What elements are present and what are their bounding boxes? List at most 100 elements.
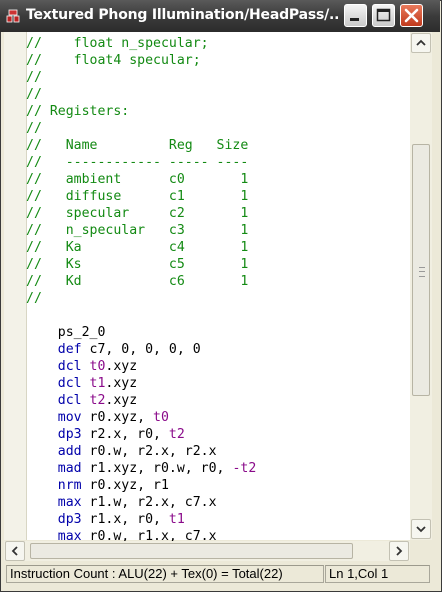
minimize-icon xyxy=(350,18,359,21)
scroll-right-button[interactable] xyxy=(389,541,409,561)
code-token: add xyxy=(26,444,82,459)
code-line: // xyxy=(26,120,256,137)
code-token: mad xyxy=(26,461,82,476)
code-line: // Ka c4 1 xyxy=(26,239,256,256)
code-token: dcl xyxy=(26,376,82,391)
code-token: // diffuse c1 1 xyxy=(26,189,249,204)
code-line: dcl t1.xyz xyxy=(26,375,256,392)
code-token: // Name Reg Size xyxy=(26,138,249,153)
code-token: t0 xyxy=(153,410,169,425)
code-token: ps_2_0 xyxy=(26,325,106,340)
code-line: // diffuse c1 1 xyxy=(26,188,256,205)
title-bar[interactable]: Textured Phong Illumination/HeadPass/... xyxy=(0,0,440,32)
app-icon xyxy=(6,9,20,23)
code-token: r0.w, r2.x, r2.x xyxy=(81,444,217,459)
code-line: dcl t2.xyz xyxy=(26,392,256,409)
close-icon xyxy=(404,8,419,23)
code-line: // ambient c0 1 xyxy=(26,171,256,188)
code-token: r1.xyz, r0.w, r0, xyxy=(81,461,233,476)
minimize-button[interactable] xyxy=(344,4,367,27)
code-token: r1.x, r0, xyxy=(81,512,169,527)
code-token: t1 xyxy=(168,512,185,527)
editor-gutter xyxy=(4,32,27,540)
code-token: r0.xyz, xyxy=(81,410,154,425)
code-line: // n_specular c3 1 xyxy=(26,222,256,239)
code-token: dcl xyxy=(26,359,82,374)
grip-icon xyxy=(419,267,425,277)
code-token: // float4 specular; xyxy=(26,53,201,68)
code-token: .xyz xyxy=(105,359,138,374)
code-token: t0 xyxy=(89,359,106,374)
code-token: t1 xyxy=(89,376,106,391)
code-line: mov r0.xyz, t0 xyxy=(26,409,256,426)
code-line: // float4 specular; xyxy=(26,52,256,69)
code-line: // ------------ ----- ---- xyxy=(26,154,256,171)
maximize-icon xyxy=(376,8,391,22)
code-token: r2.x, r0, xyxy=(81,427,169,442)
instruction-count: Instruction Count : ALU(22) + Tex(0) = T… xyxy=(6,565,324,583)
code-token: // ------------ ----- ---- xyxy=(26,155,249,170)
code-token: r1.w, r2.x, c7.x xyxy=(81,495,217,510)
code-line: dp3 r2.x, r0, t2 xyxy=(26,426,256,443)
scroll-up-button[interactable] xyxy=(411,33,431,53)
code-token: // Ka c4 1 xyxy=(26,240,249,255)
chevron-down-icon xyxy=(416,526,426,533)
code-token: nrm xyxy=(26,478,82,493)
maximize-button[interactable] xyxy=(372,4,395,27)
code-line: // Name Reg Size xyxy=(26,137,256,154)
code-token: // float n_specular; xyxy=(26,36,209,51)
code-token: // xyxy=(26,121,42,136)
code-token: mov xyxy=(26,410,82,425)
code-token: t2 xyxy=(168,427,185,442)
code-line: // specular c2 1 xyxy=(26,205,256,222)
chevron-right-icon xyxy=(396,546,403,556)
code-token: t2 xyxy=(89,393,106,408)
code-token: dp3 xyxy=(26,512,82,527)
horizontal-scroll-thumb[interactable] xyxy=(30,543,353,559)
shader-assembly-code[interactable]: // float n_specular; // float4 specular; /… xyxy=(26,35,256,545)
code-token: // xyxy=(26,87,42,102)
code-token: dcl xyxy=(26,393,82,408)
code-token: // Ks c5 1 xyxy=(26,257,249,272)
code-line: // Kd c6 1 xyxy=(26,273,256,290)
scroll-down-button[interactable] xyxy=(411,519,431,539)
code-token: // xyxy=(26,70,42,85)
code-token: // n_specular c3 1 xyxy=(26,223,249,238)
scroll-left-button[interactable] xyxy=(5,541,25,561)
code-line: // Registers: xyxy=(26,103,256,120)
code-line: def c7, 0, 0, 0, 0 xyxy=(26,341,256,358)
code-line: ps_2_0 xyxy=(26,324,256,341)
code-line: nrm r0.xyz, r1 xyxy=(26,477,256,494)
code-token: def xyxy=(26,342,82,357)
code-token: // Registers: xyxy=(26,104,130,119)
code-line: dcl t0.xyz xyxy=(26,358,256,375)
code-token: max xyxy=(26,495,82,510)
cursor-position: Ln 1,Col 1 xyxy=(325,565,430,583)
chevron-left-icon xyxy=(11,546,18,556)
status-bar: Instruction Count : ALU(22) + Tex(0) = T… xyxy=(4,563,432,584)
code-line: dp3 r1.x, r0, t1 xyxy=(26,511,256,528)
code-token: // Kd c6 1 xyxy=(26,274,249,289)
chevron-up-icon xyxy=(416,39,426,46)
code-token: // ambient c0 1 xyxy=(26,172,249,187)
code-line: // xyxy=(26,290,256,307)
close-button[interactable] xyxy=(400,4,423,27)
code-line: mad r1.xyz, r0.w, r0, -t2 xyxy=(26,460,257,477)
code-token: -t2 xyxy=(232,461,257,476)
code-line: add r0.w, r2.x, r2.x xyxy=(26,443,256,460)
code-line: max r1.w, r2.x, c7.x xyxy=(26,494,256,511)
vertical-scroll-thumb[interactable] xyxy=(412,144,430,396)
code-token: // xyxy=(26,291,42,306)
code-token: c7, 0, 0, 0, 0 xyxy=(81,342,201,357)
code-line: // xyxy=(26,86,256,103)
window-title: Textured Phong Illumination/HeadPass/... xyxy=(26,7,338,23)
code-token: .xyz xyxy=(105,393,138,408)
code-line: // xyxy=(26,69,256,86)
code-token: // specular c2 1 xyxy=(26,206,249,221)
code-token: .xyz xyxy=(105,376,138,391)
code-line: // float n_specular; xyxy=(26,35,256,52)
code-token: r0.xyz, r1 xyxy=(81,478,169,493)
